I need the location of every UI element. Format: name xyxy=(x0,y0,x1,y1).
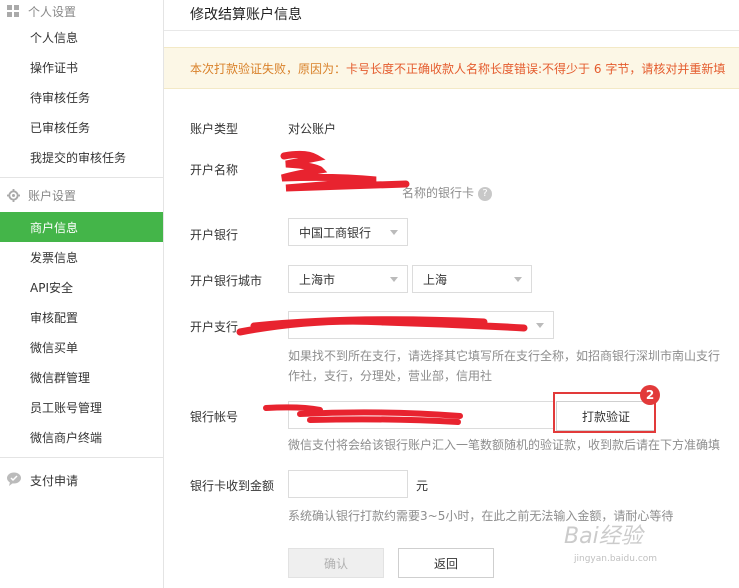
sidebar-item-api-security[interactable]: API安全 xyxy=(0,272,163,302)
account-number-label: 银行帐号 xyxy=(190,410,239,424)
city-select[interactable]: 上海 xyxy=(412,265,532,293)
title-divider xyxy=(164,30,739,31)
gear-icon xyxy=(6,188,20,202)
bank-city-label: 开户银行城市 xyxy=(190,274,263,288)
sidebar-item-invoice[interactable]: 发票信息 xyxy=(0,242,163,272)
main-panel: 修改结算账户信息 本次打款验证失败，原因为： 卡号长度不正确收款人名称长度错误:不… xyxy=(164,0,739,588)
sidebar-group-personal: 个人设置 xyxy=(0,0,163,22)
account-name-label: 开户名称 xyxy=(190,163,239,177)
sidebar-item-staff-accounts[interactable]: 员工账号管理 xyxy=(0,392,163,422)
back-button[interactable]: 返回 xyxy=(398,548,494,578)
account-type-label: 账户类型 xyxy=(190,122,239,136)
sidebar-group-personal-label: 个人设置 xyxy=(28,4,77,19)
sidebar-item-merchant-terminal[interactable]: 微信商户终端 xyxy=(0,422,163,452)
city-select-value: 上海 xyxy=(423,272,448,287)
chevron-down-icon xyxy=(390,277,398,282)
question-icon[interactable]: ? xyxy=(478,186,493,201)
amount-label: 银行卡收到金额 xyxy=(190,479,275,493)
branch-help-line-2: 作社，支行，分理处，营业部，信用社 xyxy=(288,369,493,383)
chevron-down-icon xyxy=(536,323,544,328)
sidebar-item-merchant-info[interactable]: 商户信息 xyxy=(0,212,163,242)
bank-select-value: 中国工商银行 xyxy=(299,225,372,240)
amount-unit: 元 xyxy=(416,479,429,493)
page-title: 修改结算账户信息 xyxy=(190,7,302,23)
sidebar-item-reviewed[interactable]: 已审核任务 xyxy=(0,112,163,142)
redaction-scribble-name xyxy=(280,150,410,192)
chat-bubble-icon xyxy=(6,472,22,488)
sidebar-item-review-config[interactable]: 审核配置 xyxy=(0,302,163,332)
branch-select[interactable] xyxy=(288,311,554,339)
error-alert: 本次打款验证失败，原因为： 卡号长度不正确收款人名称长度错误:不得少于 6 字节，… xyxy=(164,47,739,89)
baidu-watermark-logo: Bai经验 jingyan.baidu.com xyxy=(564,518,657,564)
confirm-button[interactable]: 确认 xyxy=(288,548,384,578)
sidebar-personal-list: 个人信息 操作证书 待审核任务 已审核任务 我提交的审核任务 xyxy=(0,22,163,172)
sidebar-item-certificate[interactable]: 操作证书 xyxy=(0,52,163,82)
sidebar-item-my-submitted[interactable]: 我提交的审核任务 xyxy=(0,142,163,172)
bank-label: 开户银行 xyxy=(190,228,239,242)
account-type-value: 对公账户 xyxy=(288,122,337,136)
sidebar: 个人设置 个人信息 操作证书 待审核任务 已审核任务 我提交的审核任务 账户设置… xyxy=(0,0,164,588)
step-badge: 2 xyxy=(640,385,660,405)
watermark-text: Bai经验 xyxy=(564,524,643,549)
account-number-input[interactable] xyxy=(288,401,554,429)
account-name-help-text: 名称的银行卡 xyxy=(402,186,475,200)
sidebar-item-personal-info[interactable]: 个人信息 xyxy=(0,22,163,52)
province-select-value: 上海市 xyxy=(299,272,336,287)
sidebar-item-pending-review[interactable]: 待审核任务 xyxy=(0,82,163,112)
chevron-down-icon xyxy=(390,230,398,235)
account-number-help: 微信支付将会给该银行账户汇入一笔数额随机的验证款，收到款后请在下方准确填 xyxy=(288,438,721,452)
account-name-help: 名称的银行卡? xyxy=(402,184,493,201)
sidebar-item-wechat-pay-bill[interactable]: 微信买单 xyxy=(0,332,163,362)
province-select[interactable]: 上海市 xyxy=(288,265,408,293)
sidebar-item-payment-apply[interactable]: 支付申请 xyxy=(0,458,163,502)
sidebar-group-account-label: 账户设置 xyxy=(28,188,77,203)
sidebar-group-account: 账户设置 xyxy=(0,178,163,212)
watermark-sub: jingyan.baidu.com xyxy=(574,554,658,564)
grid-icon xyxy=(6,4,20,18)
amount-input[interactable] xyxy=(288,470,408,498)
sidebar-item-payment-apply-label: 支付申请 xyxy=(30,473,79,488)
alert-reason: 卡号长度不正确收款人名称长度错误:不得少于 6 字节，请核对并重新填 xyxy=(346,61,726,76)
bank-select[interactable]: 中国工商银行 xyxy=(288,218,408,246)
chevron-down-icon xyxy=(514,277,522,282)
alert-prefix: 本次打款验证失败，原因为： xyxy=(190,61,347,76)
sidebar-account-list: 商户信息 发票信息 API安全 审核配置 微信买单 微信群管理 员工账号管理 微… xyxy=(0,212,163,452)
sidebar-item-wechat-group[interactable]: 微信群管理 xyxy=(0,362,163,392)
branch-help-line-1: 如果找不到所在支行，请选择其它填写所在支行全称，如招商银行深圳市南山支行 xyxy=(288,349,721,363)
branch-label: 开户支行 xyxy=(190,320,239,334)
